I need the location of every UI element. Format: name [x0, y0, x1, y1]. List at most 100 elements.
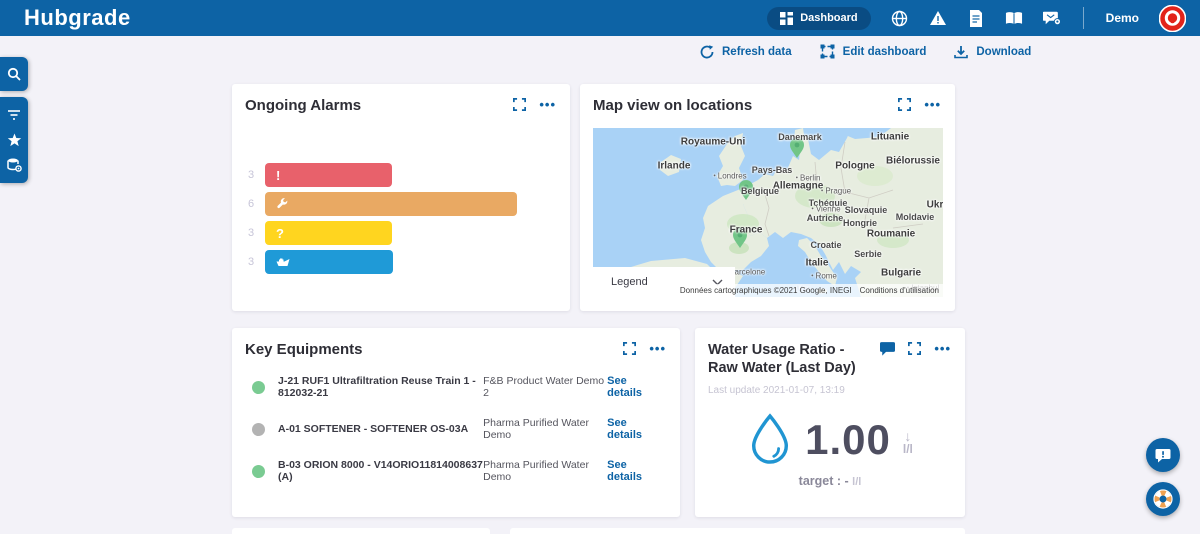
- see-details-link[interactable]: See details: [607, 375, 662, 399]
- search-icon[interactable]: [6, 66, 22, 82]
- edit-dashboard-button[interactable]: Edit dashboard: [820, 44, 927, 59]
- download-button[interactable]: Download: [954, 45, 1031, 59]
- map-view-card: Map view on locations •••: [580, 84, 955, 311]
- alarm-count: 3: [244, 169, 258, 181]
- comment-icon[interactable]: [880, 341, 895, 356]
- sidebar-search-panel: [0, 57, 28, 91]
- alarm-bar-row: 3 !: [244, 163, 570, 187]
- alarm-bar-row: 3 ?: [244, 221, 570, 245]
- map-label-country: Irlande: [658, 161, 691, 172]
- alarm-bar-critical[interactable]: !: [265, 163, 392, 187]
- card-menu-icon[interactable]: •••: [924, 100, 941, 110]
- alerts-warning-icon[interactable]: [929, 9, 947, 27]
- equipment-name: A-01 SOFTENER - SOFTENER OS-03A: [278, 423, 483, 435]
- expand-icon[interactable]: [907, 341, 922, 356]
- favorites-star-icon[interactable]: [6, 132, 22, 148]
- map-label-city: Prague: [821, 187, 851, 196]
- map-label-city: Vienne: [811, 205, 840, 214]
- user-avatar[interactable]: [1159, 5, 1186, 32]
- water-drop-icon: [747, 412, 793, 468]
- kpi-target: target : - l/l: [695, 474, 965, 488]
- alarm-count: 3: [244, 256, 258, 268]
- water-usage-ratio-card: Water Usage Ratio - Raw Water (Last Day)…: [695, 328, 965, 517]
- next-row-card-stub: [510, 528, 965, 534]
- documentation-book-icon[interactable]: [1005, 9, 1023, 27]
- wrench-icon: [276, 198, 288, 210]
- sidebar-tools-panel: [0, 97, 28, 183]
- status-dot: [252, 381, 265, 394]
- edit-dashboard-icon: [820, 44, 835, 59]
- alarm-bar-unknown[interactable]: ?: [265, 221, 392, 245]
- kpi-value: 1.00: [805, 416, 891, 464]
- equipment-name: J-21 RUF1 Ultrafiltration Reuse Train 1 …: [278, 375, 483, 399]
- legend-label: Legend: [611, 276, 648, 288]
- status-dot: [252, 465, 265, 478]
- ongoing-alarms-title: Ongoing Alarms: [245, 97, 361, 115]
- navbar-divider: [1083, 7, 1084, 29]
- card-menu-icon[interactable]: •••: [934, 344, 951, 354]
- map-label-country: Royaume-Uni: [681, 137, 745, 148]
- equipment-name: B-03 ORION 8000 - V14ORIO11814008637 (A): [278, 459, 483, 483]
- see-details-link[interactable]: See details: [607, 459, 662, 483]
- terms-link[interactable]: Conditions d'utilisation: [860, 286, 939, 295]
- dashboard-nav-button[interactable]: Dashboard: [767, 7, 870, 30]
- refresh-icon: [700, 45, 714, 59]
- status-dot: [252, 423, 265, 436]
- map-label-country: Moldavie: [896, 212, 935, 222]
- equipment-site: Pharma Purified Water Demo: [483, 459, 607, 483]
- map-label-country: Lituanie: [871, 132, 909, 143]
- map-label-country: Pays-Bas: [752, 165, 793, 175]
- dashboard-nav-label: Dashboard: [800, 12, 857, 24]
- refresh-data-button[interactable]: Refresh data: [700, 45, 792, 59]
- app-logo[interactable]: Hubgrade: [24, 5, 131, 31]
- map-label-country: Biélorussie: [886, 156, 940, 167]
- map-label-country: Bulgarie: [881, 268, 921, 279]
- help-lifebuoy-button[interactable]: [1146, 482, 1180, 516]
- feedback-button[interactable]: [1146, 438, 1180, 472]
- kpi-target-unit: l/l: [852, 476, 861, 488]
- kpi-title: Water Usage Ratio - Raw Water (Last Day): [708, 341, 876, 377]
- oil-can-icon: [276, 257, 290, 267]
- kpi-target-label: target : -: [799, 474, 849, 488]
- map-label-country: Belgique: [741, 186, 779, 196]
- top-navbar: Hubgrade Dashboard Demo: [0, 0, 1200, 36]
- map-label-country: Pologne: [835, 161, 874, 172]
- feedback-bubble-icon: [1155, 448, 1171, 463]
- see-details-link[interactable]: See details: [607, 417, 662, 441]
- alarm-bar-maintenance[interactable]: [265, 192, 517, 216]
- equipment-row: A-01 SOFTENER - SOFTENER OS-03A Pharma P…: [232, 415, 680, 443]
- filter-icon[interactable]: [6, 107, 22, 123]
- download-label: Download: [976, 46, 1031, 58]
- messages-chat-icon[interactable]: [1043, 9, 1061, 27]
- next-row-card-stub: [232, 528, 490, 534]
- card-menu-icon[interactable]: •••: [649, 344, 666, 354]
- alarm-count: 6: [244, 198, 258, 210]
- data-services-icon[interactable]: [6, 157, 22, 173]
- dashboard-grid-icon: [780, 12, 793, 25]
- download-icon: [954, 45, 968, 59]
- refresh-label: Refresh data: [722, 46, 792, 58]
- key-equipments-card: Key Equipments ••• J-21 RUF1 Ultrafiltra…: [232, 328, 680, 517]
- card-menu-icon[interactable]: •••: [539, 100, 556, 110]
- alarm-bar-row: 6: [244, 192, 570, 216]
- attribution-text: Données cartographiques ©2021 Google, IN…: [680, 286, 852, 295]
- expand-icon[interactable]: [897, 97, 912, 112]
- alarm-bar-lubrication[interactable]: [265, 250, 393, 274]
- globe-icon[interactable]: [891, 9, 909, 27]
- kpi-last-update: Last update 2021-01-07, 13:19: [695, 377, 965, 396]
- map-label-country: Roumanie: [867, 229, 915, 240]
- exclamation-icon: !: [276, 169, 280, 182]
- map-label-country: Italie: [806, 258, 829, 269]
- reports-file-icon[interactable]: [967, 9, 985, 27]
- kpi-value-group: 1.00 ↓ l/l: [695, 412, 965, 468]
- user-name: Demo: [1106, 11, 1139, 25]
- equipment-row: B-03 ORION 8000 - V14ORIO11814008637 (A)…: [232, 457, 680, 485]
- map-canvas[interactable]: Royaume-Uni Irlande Pays-Bas Danemark Li…: [593, 128, 943, 297]
- expand-icon[interactable]: [512, 97, 527, 112]
- lifebuoy-icon: [1153, 489, 1173, 509]
- expand-icon[interactable]: [622, 341, 637, 356]
- equipment-site: F&B Product Water Demo 2: [483, 375, 607, 399]
- map-label-city: Berlin: [796, 174, 821, 183]
- question-icon: ?: [276, 227, 284, 240]
- alarm-bars: 3 ! 6 3 ? 3: [232, 163, 570, 274]
